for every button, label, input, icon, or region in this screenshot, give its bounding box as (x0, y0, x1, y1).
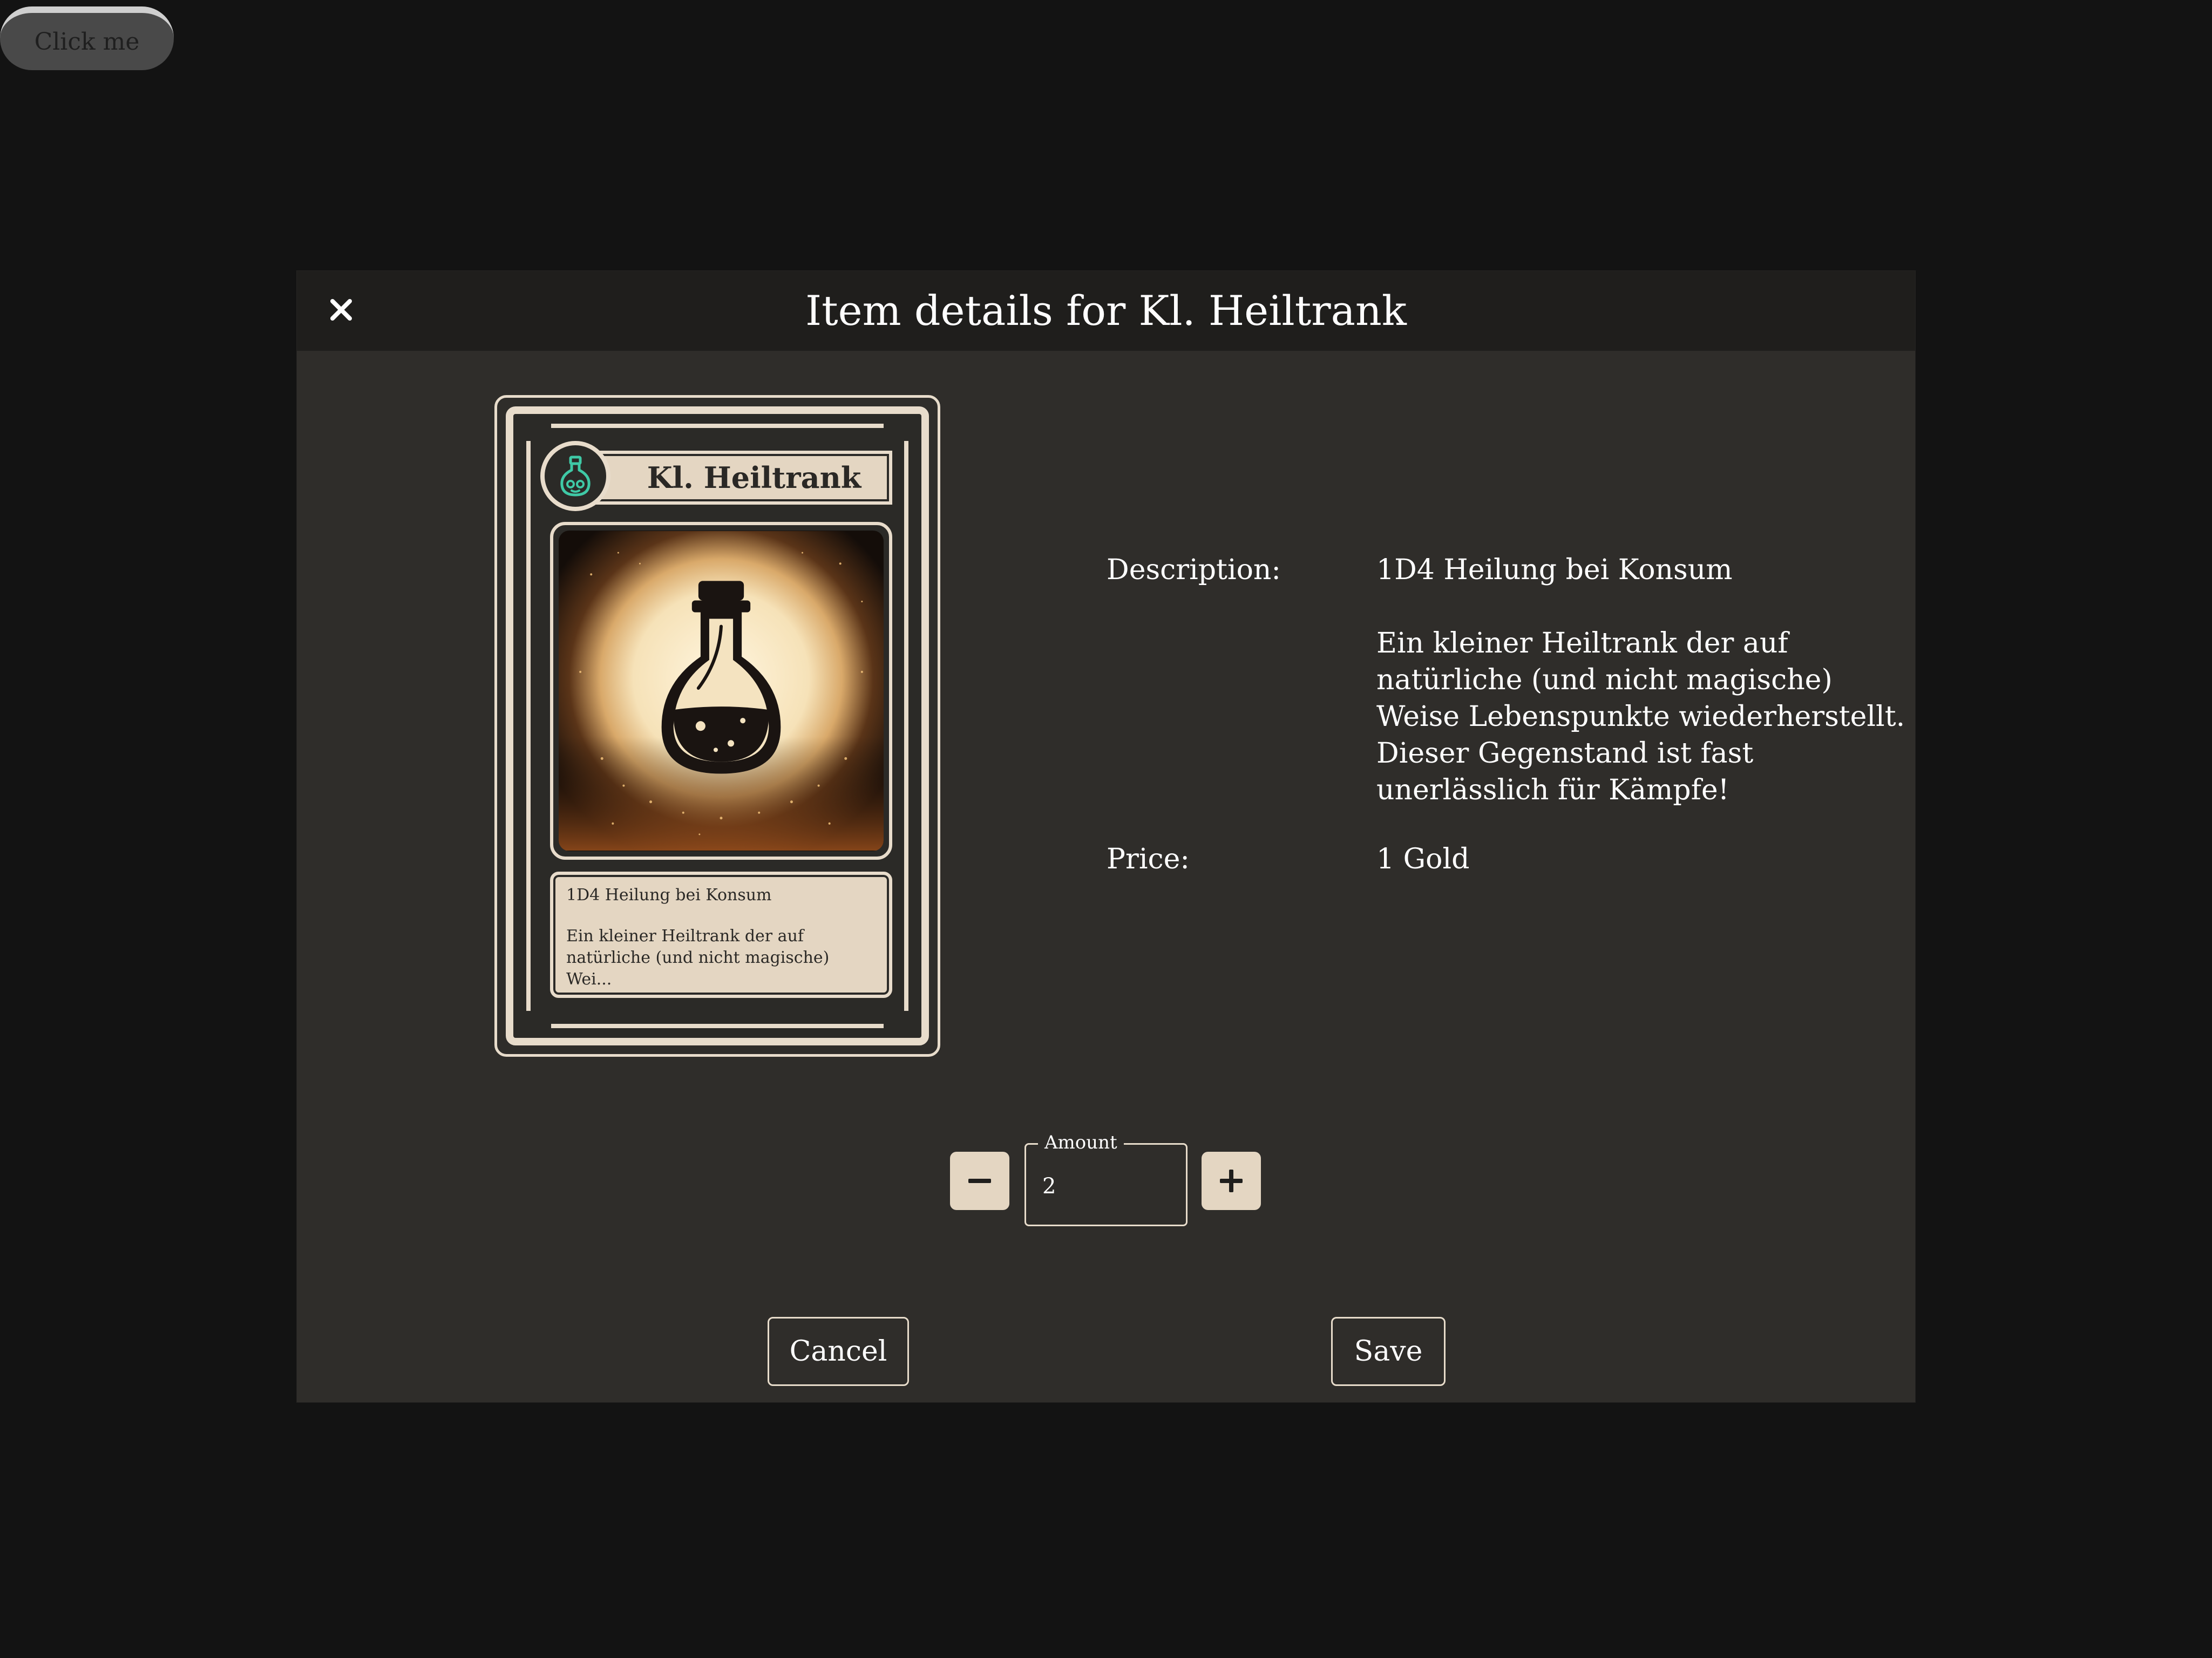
card-desc-line-2: Ein kleiner Heiltrank der auf (566, 927, 804, 946)
description-value: 1D4 Heilung bei Konsum Ein kleiner Heilt… (1376, 552, 1905, 808)
description-row: Description: 1D4 Heilung bei Konsum Ein … (1107, 552, 1905, 808)
item-card: Kl. Heiltrank 1D4 Heilung bei Konsum Ein… (494, 395, 940, 1057)
item-details-dialog: Item details for Kl. Heiltrank Kl. Heilt… (297, 271, 1915, 1402)
potion-icon (540, 441, 610, 511)
description-line: unerlässlich für Kämpfe! (1376, 774, 1729, 806)
save-button[interactable]: Save (1331, 1317, 1446, 1386)
card-description: 1D4 Heilung bei Konsum Ein kleiner Heilt… (550, 872, 892, 998)
description-label: Description: (1107, 554, 1281, 586)
amount-label: Amount (1038, 1131, 1124, 1154)
amount-input[interactable] (1042, 1168, 1172, 1204)
minus-icon (968, 1179, 991, 1183)
card-art-frame (550, 522, 892, 860)
plus-icon (1220, 1170, 1243, 1192)
card-rail-left (526, 441, 531, 1011)
item-details: Description: 1D4 Heilung bei Konsum Ein … (1107, 552, 1905, 878)
decrease-amount-button[interactable] (950, 1152, 1009, 1210)
click-me-button[interactable]: Click me (0, 6, 174, 70)
card-frame: Kl. Heiltrank 1D4 Heilung bei Konsum Ein… (506, 406, 929, 1045)
increase-amount-button[interactable] (1202, 1152, 1261, 1210)
card-rail-top (551, 424, 884, 428)
card-name: Kl. Heiltrank (594, 451, 892, 505)
amount-field: Amount (1024, 1131, 1188, 1226)
price-row: Price: 1 Gold (1107, 841, 1905, 878)
card-rail-bottom (551, 1024, 884, 1028)
card-desc-line-3: natürliche (und nicht magische) Wei... (566, 948, 830, 989)
potion-bottle-illustration (559, 531, 884, 851)
description-line: Weise Lebenspunkte wiederherstellt. (1376, 701, 1905, 733)
cancel-button[interactable]: Cancel (768, 1317, 909, 1386)
card-desc-line-1: 1D4 Heilung bei Konsum (566, 886, 772, 905)
dialog-header: Item details for Kl. Heiltrank (297, 271, 1915, 351)
close-icon (330, 299, 352, 321)
close-button[interactable] (322, 290, 361, 329)
quantity-stepper: Amount (950, 1131, 1268, 1226)
card-rail-right (904, 441, 908, 1011)
description-short: 1D4 Heilung bei Konsum (1376, 554, 1733, 586)
price-value: 1 Gold (1376, 843, 1470, 875)
description-line: natürliche (und nicht magische) (1376, 664, 1833, 696)
description-line: Dieser Gegenstand ist fast (1376, 737, 1754, 770)
price-label: Price: (1107, 843, 1190, 875)
dialog-title: Item details for Kl. Heiltrank (805, 287, 1407, 335)
description-line: Ein kleiner Heiltrank der auf (1376, 627, 1788, 660)
